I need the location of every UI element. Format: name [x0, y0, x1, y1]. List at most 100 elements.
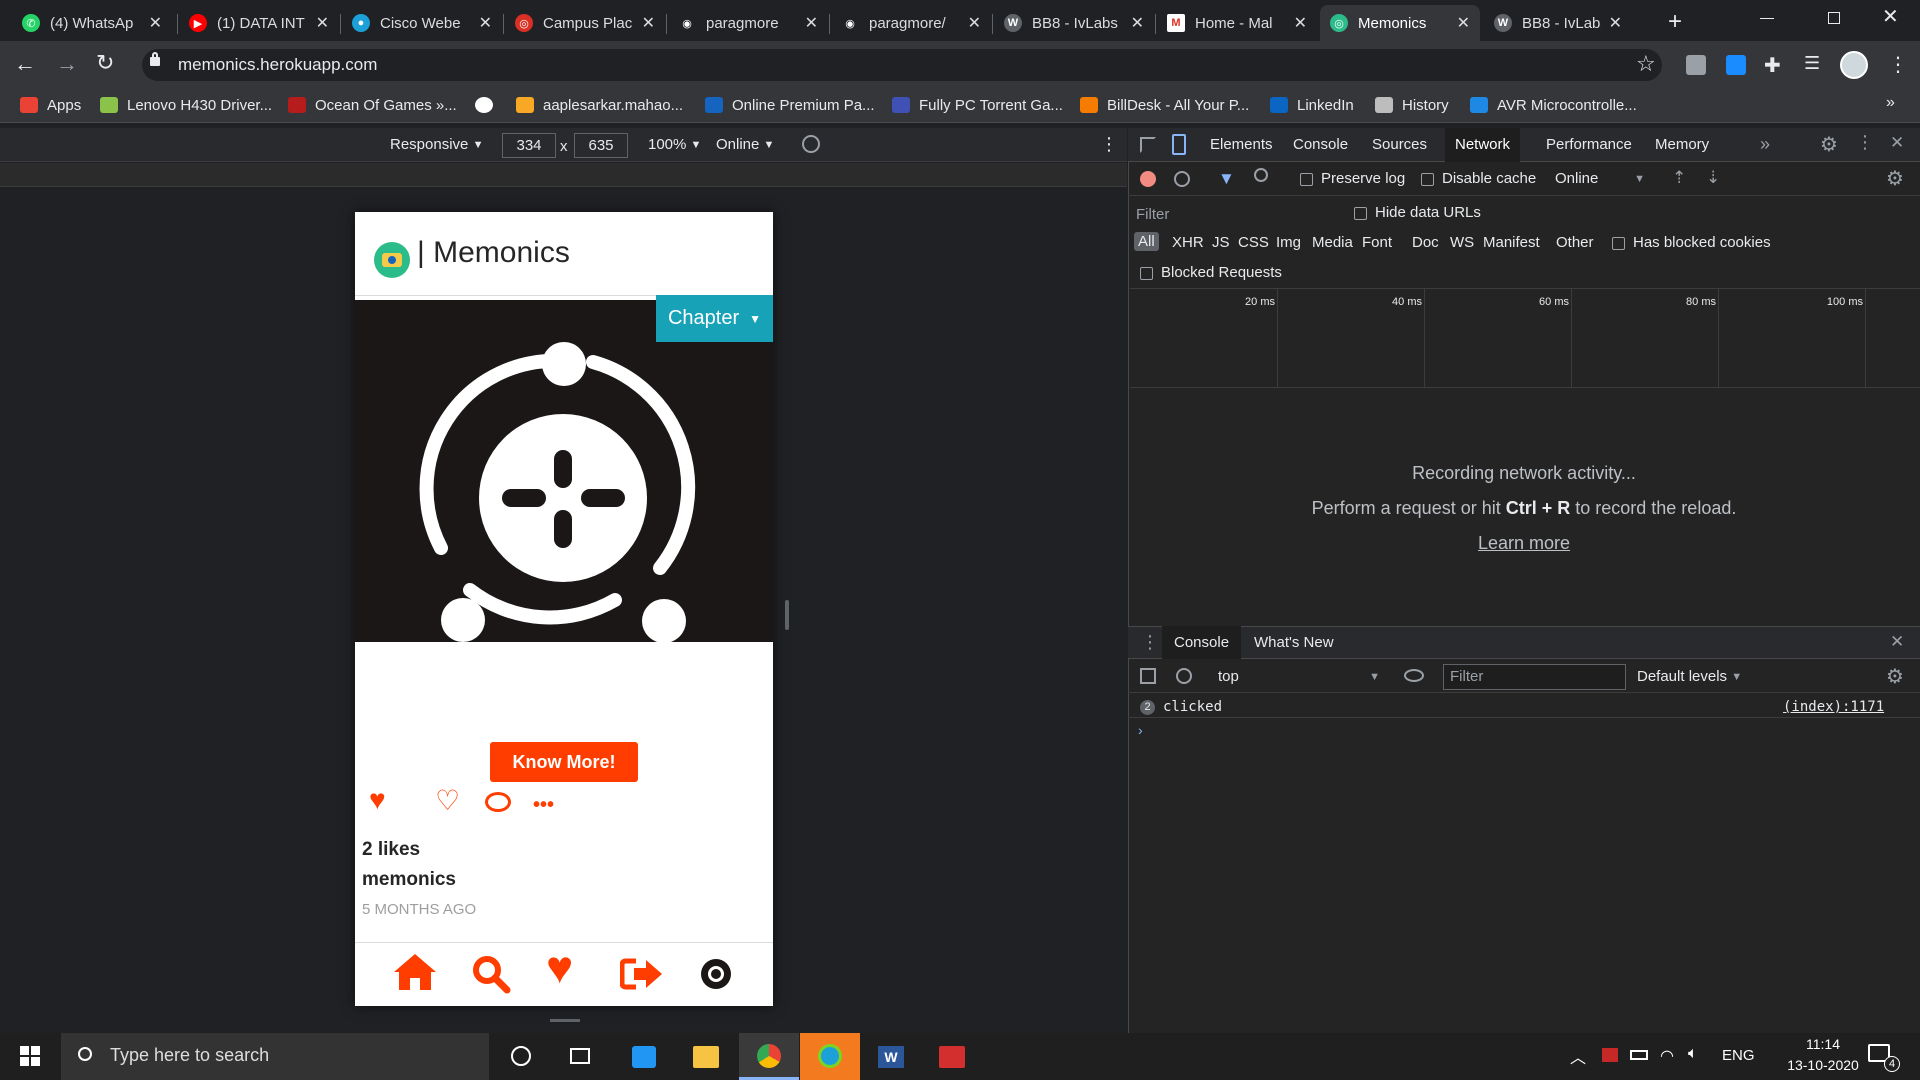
devtools-tab[interactable]: Memory [1645, 128, 1719, 162]
media-control-icon[interactable]: ☰ [1804, 53, 1820, 74]
tray-app-icon[interactable] [1602, 1048, 1618, 1062]
bookmark-item[interactable]: Apps [20, 94, 81, 116]
search-icon[interactable] [1254, 168, 1268, 182]
device-toggle-icon[interactable] [1172, 134, 1186, 155]
tab-close-icon[interactable]: ✕ [1294, 13, 1307, 33]
minimize-button[interactable] [1760, 18, 1774, 19]
browser-menu-icon[interactable]: ⋮ [1888, 52, 1908, 77]
devtools-tab[interactable]: Console [1283, 128, 1358, 162]
favorites-heart-icon[interactable]: ♥ [546, 940, 573, 994]
close-devtools-icon[interactable]: ✕ [1890, 133, 1904, 153]
restore-button[interactable] [1828, 12, 1840, 24]
browser-tab[interactable]: ▶ (1) DATA INT ✕ [179, 5, 339, 41]
chapter-dropdown-button[interactable]: Chapter ▼ [656, 295, 773, 342]
height-input[interactable]: 635 [574, 133, 628, 158]
reload-icon[interactable]: ↻ [96, 50, 114, 76]
console-sidebar-icon[interactable] [1140, 668, 1156, 684]
browser-tab[interactable]: ◉ paragmore/ ✕ [831, 5, 991, 41]
tray-chevron-up-icon[interactable]: ︿ [1570, 1044, 1586, 1068]
devtools-tab[interactable]: Network [1445, 128, 1521, 162]
bookmark-item[interactable]: LinkedIn [1270, 94, 1354, 116]
log-source-link[interactable]: (index):1171 [1783, 699, 1884, 715]
disable-cache-checkbox[interactable]: Disable cache [1421, 170, 1536, 187]
heart-filled-icon[interactable]: ♥ [369, 784, 386, 816]
blocked-requests-checkbox[interactable]: Blocked Requests [1140, 264, 1282, 281]
browser-tab[interactable]: W BB8 - IvLabs ✕ [994, 5, 1154, 41]
export-har-icon[interactable]: ⇣ [1706, 168, 1720, 188]
clock-time[interactable]: 11:14 [1786, 1036, 1860, 1052]
log-levels-select[interactable]: Default levels ▼ [1637, 668, 1742, 685]
hide-data-urls-checkbox[interactable]: Hide data URLs [1354, 204, 1481, 221]
drawer-tab[interactable]: Console [1162, 626, 1242, 659]
record-icon[interactable] [1140, 171, 1156, 187]
extension-icon-1[interactable] [1686, 55, 1706, 75]
search-icon[interactable] [471, 954, 511, 999]
bookmark-item[interactable]: AVR Microcontrolle... [1470, 94, 1637, 116]
browser-tab[interactable]: ◉ paragmore ✕ [668, 5, 828, 41]
browser-tab[interactable]: ◎ Campus Plac ✕ [505, 5, 665, 41]
bookmark-item[interactable]: History [1375, 94, 1449, 116]
forward-icon[interactable]: → [56, 51, 78, 77]
heart-outline-icon[interactable]: ♡ [435, 784, 460, 817]
resource-type-filter[interactable]: CSS [1238, 234, 1269, 251]
resource-type-filter[interactable]: JS [1212, 234, 1230, 251]
volume-icon[interactable]: 🔈︎ [1688, 1045, 1698, 1063]
browser-tab[interactable]: M Home - Mal ✕ [1157, 5, 1317, 41]
taskbar-word[interactable]: W [878, 1046, 904, 1068]
comment-icon[interactable] [485, 792, 511, 812]
url-text[interactable]: memonics.herokuapp.com [178, 55, 377, 75]
browser-tab[interactable]: ✆ (4) WhatsAp ✕ [12, 5, 172, 41]
console-settings-icon[interactable]: ⚙ [1886, 664, 1904, 689]
wifi-icon[interactable]: ◠ [1660, 1046, 1674, 1066]
viewport-resize-handle[interactable] [785, 600, 789, 630]
post-username[interactable]: memonics [362, 869, 456, 891]
tab-close-icon[interactable]: ✕ [805, 13, 818, 33]
app-logo[interactable] [374, 242, 410, 278]
bookmark-item[interactable] [475, 94, 502, 116]
tab-close-icon[interactable]: ✕ [642, 13, 655, 33]
taskbar-app-store[interactable] [632, 1046, 656, 1068]
preserve-log-checkbox[interactable]: Preserve log [1300, 170, 1405, 187]
more-icon[interactable]: ••• [533, 794, 554, 817]
home-icon[interactable] [392, 952, 438, 997]
battery-icon[interactable] [1630, 1050, 1648, 1060]
resource-type-filter[interactable]: Manifest [1483, 234, 1540, 251]
inspect-element-icon[interactable] [1140, 137, 1156, 153]
import-har-icon[interactable]: ⇡ [1672, 168, 1686, 188]
tab-close-icon[interactable]: ✕ [1131, 13, 1144, 33]
tab-close-icon[interactable]: ✕ [149, 13, 162, 33]
back-icon[interactable]: ← [14, 51, 36, 77]
logout-icon[interactable] [619, 957, 664, 996]
devtools-tab[interactable]: Elements [1200, 128, 1283, 162]
zoom-select[interactable]: 100% ▼ [648, 136, 701, 153]
network-settings-icon[interactable]: ⚙ [1886, 166, 1904, 191]
resource-type-filter[interactable]: XHR [1172, 234, 1204, 251]
console-prompt-icon[interactable]: › [1138, 722, 1143, 738]
tab-close-icon[interactable]: ✕ [1457, 13, 1470, 33]
resource-type-filter[interactable]: WS [1450, 234, 1474, 251]
resource-type-filter[interactable]: Img [1276, 234, 1301, 251]
live-expression-eye-icon[interactable] [1404, 669, 1424, 682]
taskbar-chrome[interactable] [739, 1033, 799, 1080]
resource-type-filter[interactable]: All [1134, 232, 1159, 251]
avatar[interactable] [1840, 51, 1868, 79]
bookmark-item[interactable]: Online Premium Pa... [705, 94, 875, 116]
clock-date[interactable]: 13-10-2020 [1766, 1057, 1880, 1073]
bookmark-item[interactable]: Ocean Of Games »... [288, 94, 457, 116]
devtools-menu-icon[interactable]: ⋮ [1856, 132, 1874, 153]
browser-tab[interactable]: ● Cisco Webe ✕ [342, 5, 502, 41]
browser-tab[interactable]: W BB8 - IvLabs ✕ [1484, 5, 1632, 41]
console-filter-input[interactable]: Filter [1443, 664, 1626, 690]
tab-close-icon[interactable]: ✕ [968, 13, 981, 33]
drawer-tab[interactable]: What's New [1242, 626, 1346, 659]
windows-start-icon[interactable] [20, 1046, 40, 1066]
close-window-button[interactable]: ✕ [1882, 4, 1899, 29]
resource-type-filter[interactable]: Other [1556, 234, 1594, 251]
settings-gear-icon[interactable]: ⚙ [1820, 132, 1838, 157]
bookmarks-overflow-icon[interactable]: » [1886, 94, 1895, 112]
tab-close-icon[interactable]: ✕ [1609, 13, 1622, 33]
bookmark-item[interactable]: Fully PC Torrent Ga... [892, 94, 1063, 116]
language-indicator[interactable]: ENG [1722, 1047, 1755, 1064]
filter-funnel-icon[interactable]: ▼ [1218, 169, 1235, 189]
resource-type-filter[interactable]: Media [1312, 234, 1353, 251]
